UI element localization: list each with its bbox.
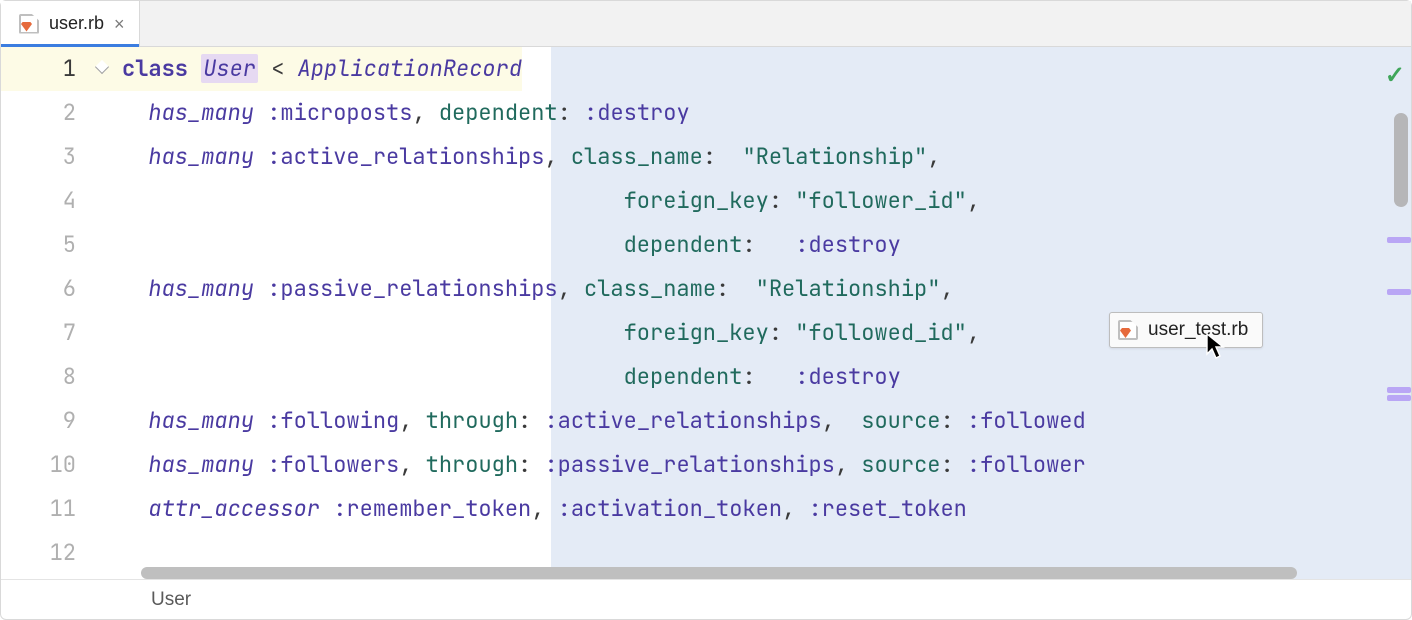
line-number: 9 <box>1 399 96 443</box>
code-line[interactable]: 11 attr_accessor :remember_token, :activ… <box>1 487 1411 531</box>
line-number: 7 <box>1 311 96 355</box>
code-line[interactable]: 3 has_many :active_relationships, class_… <box>1 135 1411 179</box>
line-number: 3 <box>1 135 96 179</box>
tab-user-rb[interactable]: user.rb × <box>1 1 140 46</box>
line-number: 8 <box>1 355 96 399</box>
line-number: 4 <box>1 179 96 223</box>
code-line[interactable]: 8 dependent: :destroy <box>1 355 1411 399</box>
fold-gutter[interactable] <box>96 47 116 91</box>
code-line[interactable]: 2 has_many :microposts, dependent: :dest… <box>1 91 1411 135</box>
tab-label: user.rb <box>49 13 104 34</box>
close-icon[interactable]: × <box>114 15 125 33</box>
code-editor[interactable]: ✓ 1 class User < ApplicationRecord 2 has… <box>1 47 1411 579</box>
code-line[interactable]: 6 has_many :passive_relationships, class… <box>1 267 1411 311</box>
code-line[interactable]: 5 dependent: :destroy <box>1 223 1411 267</box>
mouse-cursor-icon <box>1205 333 1227 361</box>
line-number: 11 <box>1 487 96 531</box>
line-number: 6 <box>1 267 96 311</box>
code-line[interactable]: 4 foreign_key: "follower_id", <box>1 179 1411 223</box>
line-number: 10 <box>1 443 96 487</box>
horizontal-scrollbar-thumb[interactable] <box>141 567 1297 579</box>
line-number: 12 <box>1 531 96 575</box>
breadcrumb-bar: User <box>1 579 1411 619</box>
dragged-tab-label: user_test.rb <box>1148 319 1248 341</box>
line-number: 5 <box>1 223 96 267</box>
breadcrumb-item[interactable]: User <box>151 589 191 611</box>
line-number: 2 <box>1 91 96 135</box>
fold-toggle-icon[interactable] <box>95 60 109 74</box>
code-line[interactable]: 9 has_many :following, through: :active_… <box>1 399 1411 443</box>
dragged-tab-preview[interactable]: user_test.rb <box>1109 312 1263 348</box>
horizontal-scrollbar[interactable] <box>141 567 1371 579</box>
ruby-file-icon <box>1118 320 1138 340</box>
editor-tabbar: user.rb × <box>1 1 1411 47</box>
ruby-file-icon <box>19 14 39 34</box>
code-line[interactable]: 1 class User < ApplicationRecord <box>1 47 1411 91</box>
code-line[interactable]: 10 has_many :followers, through: :passiv… <box>1 443 1411 487</box>
class-name: User <box>201 54 258 83</box>
line-number: 1 <box>1 47 96 91</box>
